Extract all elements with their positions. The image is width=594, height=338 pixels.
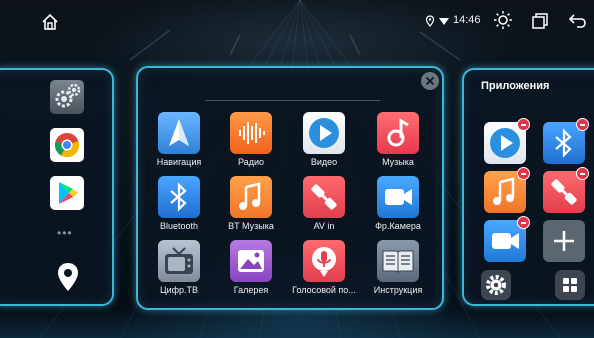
remove-favorite-button[interactable] (517, 216, 530, 229)
favorites-settings-button[interactable] (481, 270, 511, 300)
close-icon (425, 76, 435, 86)
favorite-bt-music[interactable] (484, 167, 530, 213)
favorite-front-camera[interactable] (484, 216, 530, 262)
gears-icon (55, 83, 81, 108)
location-icon (425, 15, 435, 27)
app-bluetooth[interactable]: Bluetooth (143, 176, 215, 238)
chrome-icon (54, 133, 80, 158)
wifi-icon (439, 18, 449, 25)
manual-icon (382, 250, 414, 274)
all-apps-button[interactable] (555, 270, 585, 300)
bluetooth-icon (170, 182, 187, 212)
clock: 14:46 (453, 14, 481, 26)
favorite-av-in[interactable] (543, 167, 589, 213)
app-music[interactable]: Музыка (362, 112, 434, 174)
floor-glow (0, 308, 594, 338)
close-drawer-button[interactable] (421, 72, 439, 90)
navigation-icon (169, 119, 189, 146)
app-manual[interactable]: Инструкция (362, 240, 434, 302)
play-store-icon (59, 182, 78, 204)
voice-assistant-icon (312, 247, 336, 277)
app-front-camera[interactable]: Фр.Камера (362, 176, 434, 238)
favorite-video[interactable] (484, 118, 530, 164)
voice-assistant-tile (303, 240, 345, 282)
manual-tile (377, 240, 419, 282)
more-apps-dots[interactable]: ••• (57, 226, 73, 240)
app-label: BT Музыка (228, 221, 274, 231)
navigation-tile (158, 112, 200, 154)
app-radio[interactable]: Радио (215, 112, 287, 174)
front-camera-tile (377, 176, 419, 218)
app-label: Инструкция (373, 285, 423, 295)
remove-favorite-button[interactable] (517, 118, 530, 131)
app-label: Галерея (233, 285, 269, 295)
app-digital-tv[interactable]: Цифр.ТВ (143, 240, 215, 302)
music-icon (387, 118, 409, 147)
bt-music-tile (230, 176, 272, 218)
app-navigation[interactable]: Навигация (143, 112, 215, 174)
digital-tv-icon (165, 247, 193, 274)
favorite-bluetooth[interactable] (543, 118, 589, 164)
music-tile (377, 112, 419, 154)
app-label: Фр.Камера (375, 221, 421, 231)
bt-music-icon (239, 182, 261, 210)
remove-favorite-button[interactable] (576, 167, 589, 180)
app-gallery[interactable]: Галерея (215, 240, 287, 302)
favorites-title: Приложения (481, 80, 550, 92)
remove-favorite-button[interactable] (517, 167, 530, 180)
plus-icon (554, 231, 574, 251)
app-label: Видео (310, 157, 338, 167)
app-label: Голосовой по... (292, 285, 356, 295)
add-favorite-button[interactable] (543, 220, 585, 262)
app-bt-music[interactable]: BT Музыка (215, 176, 287, 238)
remove-favorite-button[interactable] (576, 118, 589, 131)
grid-icon (563, 278, 577, 292)
app-video[interactable]: Видео (288, 112, 360, 174)
app-label: Музыка (382, 157, 414, 167)
video-tile (303, 112, 345, 154)
location-pin-icon[interactable] (56, 262, 80, 292)
av-in-icon (311, 184, 337, 210)
brightness-icon[interactable] (493, 10, 513, 30)
radio-tile (230, 112, 272, 154)
gallery-tile (230, 240, 272, 282)
back-icon[interactable] (568, 13, 588, 29)
gallery-icon (238, 250, 264, 272)
settings-app-icon[interactable] (50, 80, 84, 114)
av-in-tile (303, 176, 345, 218)
app-voice-assistant[interactable]: Голосовой по... (288, 240, 360, 302)
home-icon[interactable] (40, 12, 60, 32)
chrome-app-icon[interactable] (50, 128, 84, 162)
recent-apps-icon[interactable] (531, 12, 549, 30)
digital-tv-tile (158, 240, 200, 282)
play-store-app-icon[interactable] (50, 176, 84, 210)
drawer-divider (205, 100, 380, 101)
app-av-in[interactable]: AV in (288, 176, 360, 238)
bluetooth-tile (158, 176, 200, 218)
video-icon (309, 118, 339, 148)
app-label: AV in (313, 221, 335, 231)
status-bar: 14:46 (0, 0, 594, 44)
radio-icon (239, 122, 265, 144)
gear-icon (486, 275, 506, 295)
app-label: Радио (238, 157, 264, 167)
front-camera-icon (385, 189, 412, 205)
